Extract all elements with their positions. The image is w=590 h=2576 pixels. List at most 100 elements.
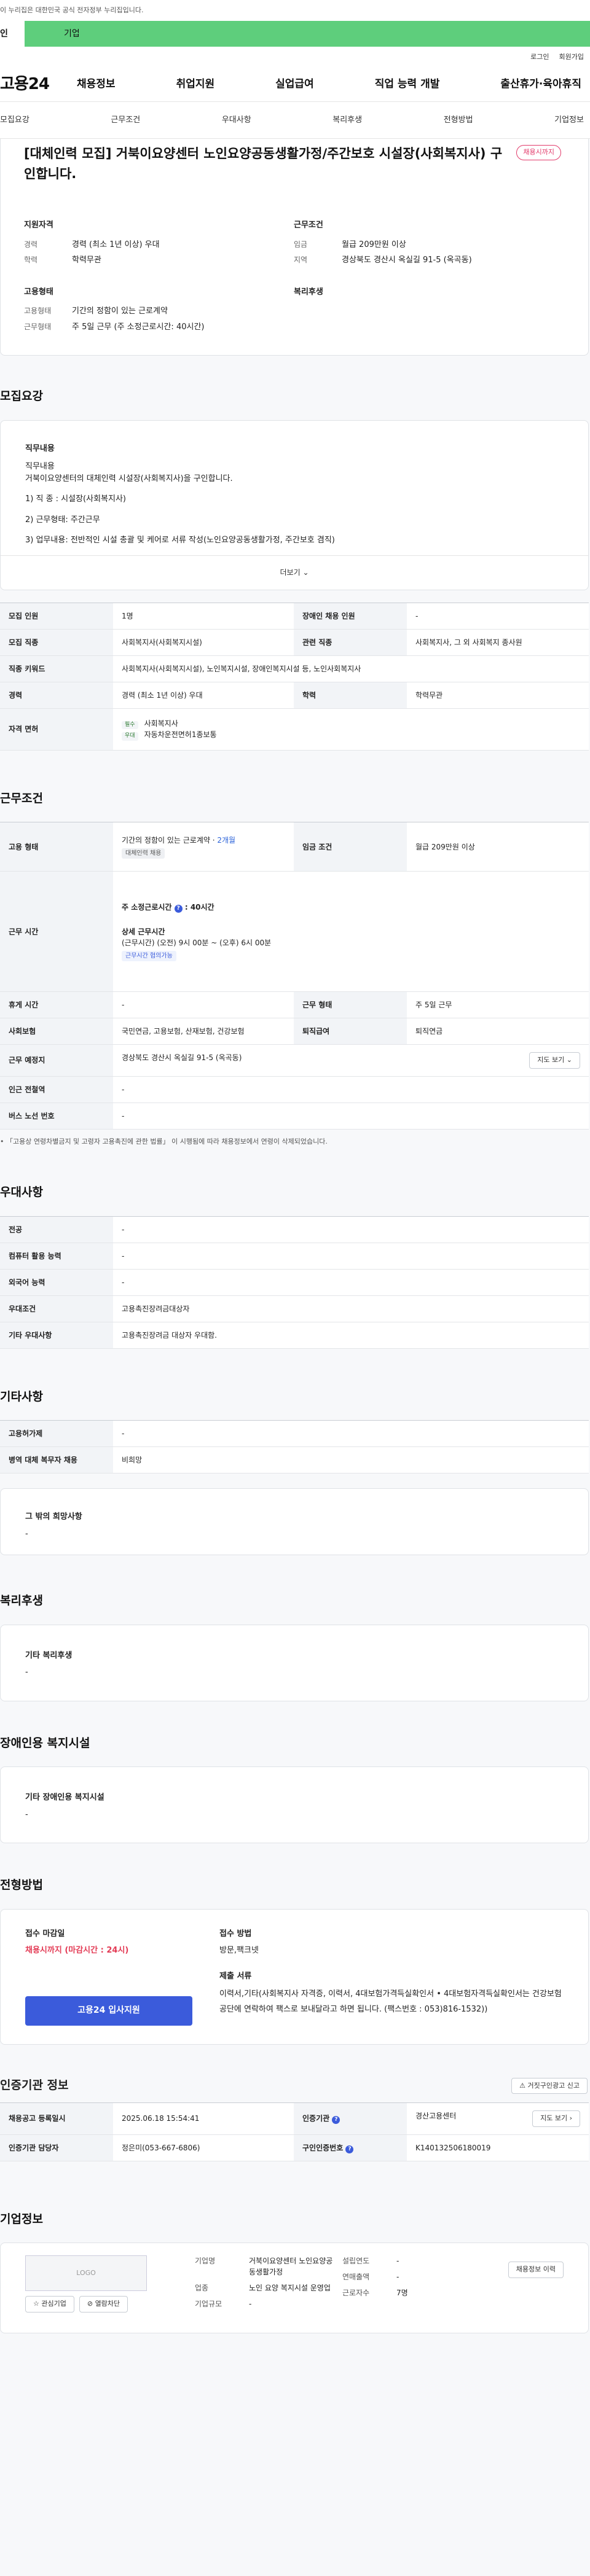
snb-item-work[interactable]: 근무조건 <box>111 114 140 127</box>
job-header-card: [대체인력 모집] 거북이요양센터 노인요양공동생활가정/주간보호 시설장(사회… <box>0 139 589 356</box>
license-cell: 필수 사회복지사 우대 자동차운전면허1종보통 <box>113 708 589 751</box>
gnb-menu: 채용정보 취업지원 실업급여 직업 능력 개발 출산휴가·육아휴직 <box>77 77 590 93</box>
report-button-label: 거짓구인광고 신고 <box>527 2081 580 2090</box>
section-title-etc: 기타사항 <box>0 1389 43 1403</box>
cell-value: 사회복지사(사회복지시설) <box>113 629 294 656</box>
snb-item-preference[interactable]: 우대사항 <box>222 114 251 127</box>
snb-item-welfare[interactable]: 복리후생 <box>332 114 362 127</box>
section-nav: 모집요강 근무조건 우대사항 복리후생 전형방법 기업정보 <box>0 102 590 139</box>
block-button[interactable]: ⊘ 열람차단 <box>79 2296 128 2313</box>
cell-value: 비희망 <box>113 1446 589 1474</box>
join-link[interactable]: 회원가입 <box>559 52 584 63</box>
cert-header: 인증기관 정보 ⚠ 거짓구인광고 신고 <box>0 2045 590 2103</box>
global-nav: 고용24 채용정보 취업지원 실업급여 직업 능력 개발 출산휴가·육아휴직 <box>0 68 590 102</box>
table-row: 모집 인원 1명 장애인 채용 인원 - <box>0 602 589 630</box>
license-badge: 필수 <box>122 720 138 730</box>
report-button[interactable]: ⚠ 거짓구인광고 신고 <box>511 2077 588 2094</box>
emp-value: 주 5일 근무 (주 소정근로시간: 40시간) <box>72 322 205 332</box>
gnb-item-skills[interactable]: 직업 능력 개발 <box>375 77 440 93</box>
more-label: 더보기 <box>280 568 301 577</box>
snb-item-company[interactable]: 기업정보 <box>554 114 584 127</box>
fav-company-button[interactable]: ☆ 관심기업 <box>25 2296 74 2313</box>
login-link[interactable]: 로그인 <box>530 52 549 63</box>
org-map-button[interactable]: 지도 보기 › <box>532 2110 580 2127</box>
chevron-down-icon: ⌄ <box>300 568 309 577</box>
screening-card: 접수 마감일 채용시까지 (마감시간 : 24시) 고용24 입사지원 접수 방… <box>0 1908 589 2045</box>
table-row: 사회보험 국민연금, 고용보험, 산재보험, 건강보험 퇴직급여 퇴직연금 <box>0 1018 589 1045</box>
emp-badge: 대체인력 채용 <box>122 848 165 859</box>
time-detail: (근무시간) (오전) 9시 00분 ~ (오후) 6시 00분 <box>122 939 272 948</box>
site-logo[interactable]: 고용24 <box>0 72 77 96</box>
etc-wish-value: - <box>25 1529 28 1539</box>
block-label: 열람차단 <box>95 2300 120 2308</box>
cell-key: 자격 면허 <box>0 708 113 751</box>
table-row: 인근 전철역 - <box>0 1076 589 1103</box>
snb-item-recruit[interactable]: 모집요강 <box>0 114 30 127</box>
cell-key: 인증기관 담당자 <box>0 2134 113 2161</box>
gnb-item-parental-leave[interactable]: 출산휴가·육아휴직 <box>500 77 581 93</box>
cell-key: 모집 직종 <box>0 629 113 656</box>
cell-key: 근무 시간 <box>0 871 113 993</box>
qual-key: 학력 <box>24 256 38 265</box>
more-button[interactable]: 더보기 ⌄ <box>1 555 588 590</box>
table-row: 우대조건 고용촉진장려금대상자 <box>0 1295 589 1322</box>
cell-key: 직종 키워드 <box>0 655 113 682</box>
gnb-item-unemployment-benefit[interactable]: 실업급여 <box>275 77 314 93</box>
help-icon[interactable]: ? <box>332 2116 340 2125</box>
cond-key: 지역 <box>294 256 308 265</box>
weekly-hours-label: 주 소정근로시간 <box>122 903 172 912</box>
disabled-card: 기타 장애인용 복지시설 - <box>0 1766 589 1844</box>
emp-key: 근무형태 <box>24 322 52 331</box>
cell-value: 국민연금, 고용보험, 산재보험, 건강보험 <box>113 1018 294 1045</box>
org-value: 경산고용센터 <box>415 2112 457 2121</box>
cell-key: 학력 <box>294 682 407 709</box>
cell-value: 사회복지사, 그 외 사회복지 종사원 <box>407 629 589 656</box>
no-key-cell: 구인인증번호 ? <box>294 2134 407 2161</box>
docs-heading: 제출 서류 <box>219 1971 252 1981</box>
cell-key: 근무 형태 <box>294 991 407 1019</box>
cell-key: 외국어 능력 <box>0 1269 113 1296</box>
snb-item-screening[interactable]: 전형방법 <box>444 114 473 127</box>
chevron-down-icon: ⌄ <box>566 1056 572 1064</box>
table-row: 직종 키워드 사회복지사(사회복지시설), 노인복지시설, 장애인복지시설 등,… <box>0 655 589 682</box>
company-sales: - <box>396 2273 399 2282</box>
map-button[interactable]: 지도 보기 ⌄ <box>529 1052 580 1069</box>
block-icon: ⊘ <box>87 2300 95 2308</box>
section-title-work: 근무조건 <box>0 791 43 805</box>
apply-button[interactable]: 고용24 입사지원 <box>25 1996 192 2026</box>
table-row: 전공 - <box>0 1216 589 1243</box>
cell-value: 퇴직연금 <box>407 1018 589 1045</box>
deadline-heading: 접수 마감일 <box>25 1929 65 1938</box>
recruit-table: 모집 인원 1명 장애인 채용 인원 - 모집 직종 사회복지사(사회복지시설)… <box>0 602 589 751</box>
disabled-title: 기타 장애인용 복지시설 <box>25 1793 104 1803</box>
cell-key: 휴게 시간 <box>0 991 113 1019</box>
gnb-item-jobs[interactable]: 채용정보 <box>77 77 116 93</box>
license-name: 자동차운전면허1종보통 <box>144 730 217 740</box>
cell-value: - <box>113 1420 589 1448</box>
cell-value: - <box>113 991 294 1019</box>
company-key: 기업규모 <box>195 2300 222 2309</box>
table-row: 채용공고 등록일시 2025.06.18 15:54:41 인증기관 ? 경산고… <box>0 2102 589 2135</box>
table-row: 경력 경력 (최소 1년 이상) 우대 학력 학력무관 <box>0 682 589 709</box>
place-value: 경상북도 경산시 옥실길 91-5 (옥곡동) <box>122 1053 242 1063</box>
history-button[interactable]: 채용정보 이력 <box>508 2262 564 2278</box>
table-row: 기타 우대사항 고용촉진장려금 대상자 우대함. <box>0 1322 589 1349</box>
cell-value: 학력무관 <box>407 682 589 709</box>
qual-heading: 지원자격 <box>24 221 53 230</box>
emp-key: 고용형태 <box>24 306 52 316</box>
company-employees: 7명 <box>396 2289 408 2298</box>
time-detail-heading: 상세 근무시간 <box>122 927 165 937</box>
gnb-item-employment-support[interactable]: 취업지원 <box>176 77 215 93</box>
help-icon[interactable]: ? <box>174 905 183 913</box>
cond-heading: 근무조건 <box>294 221 323 230</box>
tab-company[interactable]: 기업 <box>25 21 590 47</box>
tab-individual[interactable]: 인 <box>0 21 25 47</box>
user-type-tabs: 인 기업 <box>0 21 590 47</box>
company-key: 설립연도 <box>342 2257 370 2266</box>
cond-value: 경상북도 경산시 옥실길 91-5 (옥곡동) <box>342 256 472 265</box>
place-cell: 경상북도 경산시 옥실길 91-5 (옥곡동) 지도 보기 ⌄ <box>113 1044 589 1077</box>
chevron-right-icon: › <box>569 2114 572 2123</box>
cell-value: 월급 209만원 이상 <box>407 822 589 872</box>
qual-key: 경력 <box>24 240 38 249</box>
help-icon[interactable]: ? <box>345 2145 354 2153</box>
